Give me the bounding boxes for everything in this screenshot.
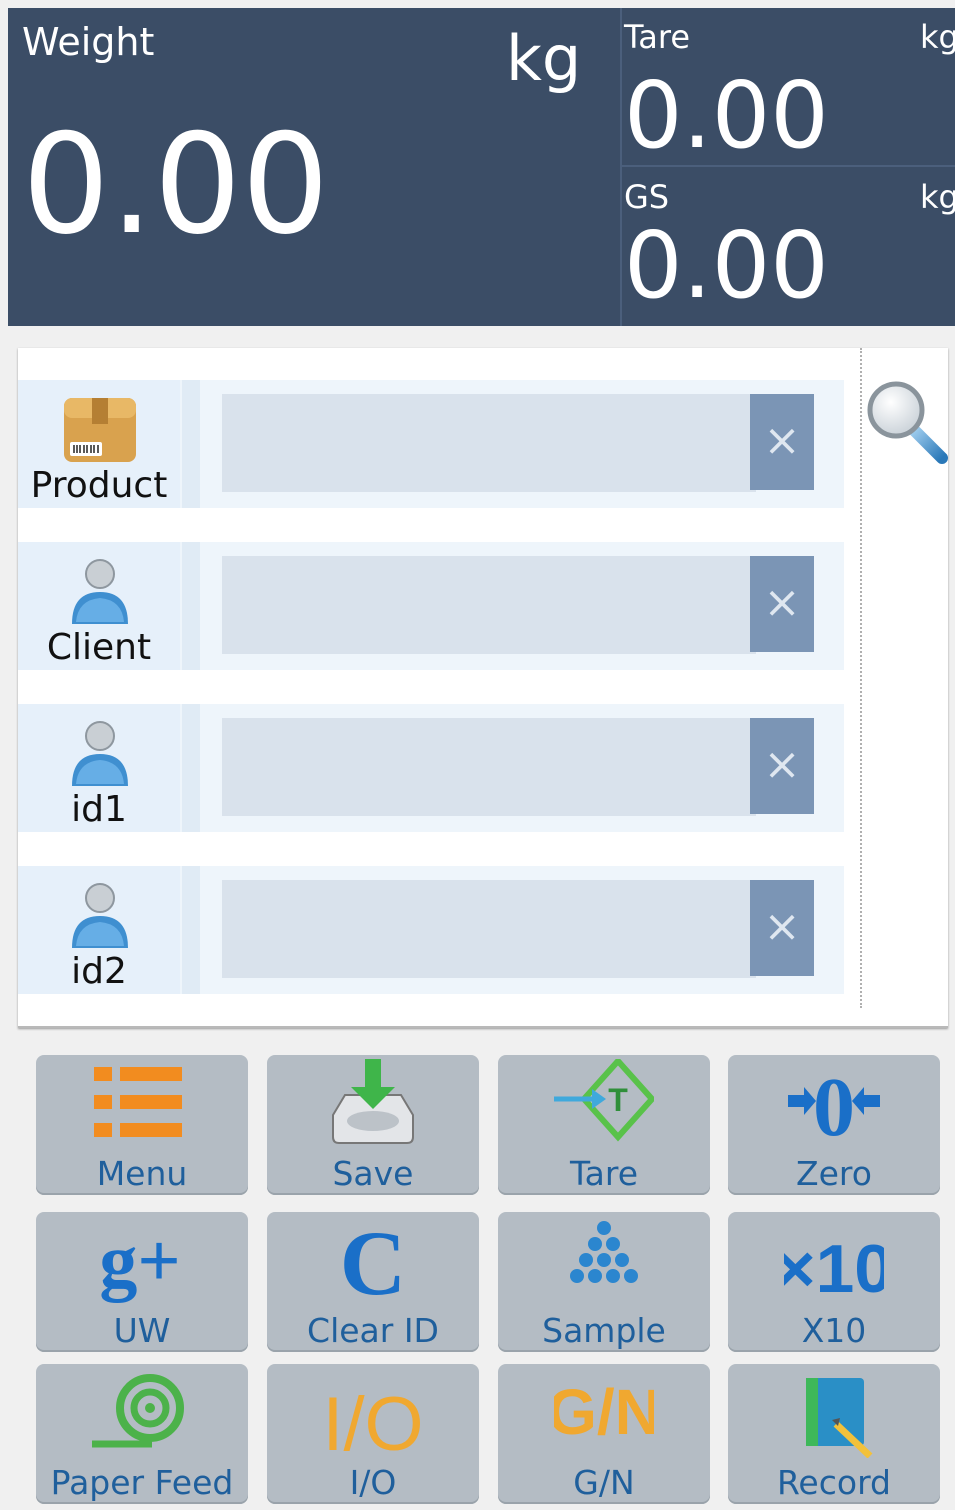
zero-glyph: 0 [813, 1061, 855, 1149]
save-disk-icon [332, 1059, 414, 1144]
weight-display: Weight kg 0.00 Tare kg 0.00 GS kg 0.00 [8, 8, 955, 326]
io-button-label: I/O [349, 1463, 397, 1502]
weight-label: Weight [22, 20, 155, 64]
sample-pyramid-icon [570, 1221, 638, 1283]
person-icon [72, 559, 128, 624]
field-row-client: Client × [18, 542, 844, 670]
x10-glyph: ×10 [784, 1231, 884, 1306]
unit-weight-icon: g+ [99, 1219, 180, 1303]
field-label-product: Product [30, 465, 168, 506]
field-row-id2: id2 × [18, 866, 844, 994]
menu-list-icon [94, 1067, 182, 1137]
weight-value: 0.00 [22, 104, 330, 265]
clear-id-button-label: Clear ID [307, 1311, 439, 1350]
x10-button-label: X10 [801, 1311, 867, 1350]
tare-value: 0.00 [624, 62, 829, 169]
paper-feed-button[interactable]: Paper Feed [36, 1364, 248, 1504]
save-button[interactable]: Save [267, 1055, 479, 1195]
gn-button-label: G/N [573, 1463, 635, 1502]
display-divider-vertical [620, 8, 622, 326]
tare-label: Tare [624, 18, 690, 56]
paper-roll-icon [92, 1374, 184, 1448]
clear-id1-button[interactable]: × [750, 718, 814, 814]
person-icon [72, 883, 128, 948]
product-box-icon [64, 398, 136, 462]
weight-unit: kg [506, 22, 582, 95]
gn-button[interactable]: G/N G/N [498, 1364, 710, 1504]
id-fields-panel: Product × Client × id1 × id2 × [18, 348, 948, 1028]
x10-icon: ×10 [784, 1231, 884, 1306]
tare-button[interactable]: T Tare [498, 1055, 710, 1195]
id2-input[interactable] [222, 880, 756, 978]
save-button-label: Save [332, 1154, 414, 1193]
clear-id2-button[interactable]: × [750, 880, 814, 976]
svg-text:T: T [608, 1082, 628, 1118]
field-label-id2: id2 [71, 951, 127, 992]
clear-id-icon: C [340, 1216, 406, 1306]
uw-button[interactable]: g+ UW [36, 1212, 248, 1352]
field-label-client: Client [46, 627, 152, 668]
zero-icon: 0 [788, 1061, 880, 1149]
gn-glyph: G/N [554, 1376, 654, 1448]
client-input[interactable] [222, 556, 756, 654]
field-label-id1: id1 [71, 789, 127, 830]
record-button-label: Record [776, 1463, 892, 1502]
search-button[interactable] [864, 378, 950, 468]
menu-button-label: Menu [96, 1154, 188, 1193]
tare-icon: T [554, 1059, 654, 1142]
gs-label: GS [624, 178, 670, 216]
tare-button-label: Tare [569, 1154, 639, 1193]
person-icon [72, 721, 128, 786]
gs-value: 0.00 [624, 212, 829, 319]
clear-product-button[interactable]: × [750, 394, 814, 490]
io-button[interactable]: I/O I/O [267, 1364, 479, 1504]
menu-button[interactable]: Menu [36, 1055, 248, 1195]
uw-glyph: g+ [99, 1219, 180, 1303]
record-book-icon [806, 1378, 873, 1458]
record-button[interactable]: Record [728, 1364, 940, 1504]
clear-id-button[interactable]: C Clear ID [267, 1212, 479, 1352]
id1-input[interactable] [222, 718, 756, 816]
sample-button[interactable]: Sample [498, 1212, 710, 1352]
product-input[interactable] [222, 394, 756, 492]
sample-button-label: Sample [542, 1311, 666, 1350]
field-row-product: Product × [18, 380, 844, 508]
clear-id-glyph: C [340, 1216, 406, 1306]
gross-net-icon: G/N [554, 1376, 654, 1448]
clear-client-button[interactable]: × [750, 556, 814, 652]
io-icon: I/O [323, 1382, 423, 1458]
tare-unit: kg [920, 18, 955, 56]
io-glyph: I/O [323, 1382, 423, 1458]
magnifier-icon [867, 381, 948, 464]
zero-button[interactable]: 0 Zero [728, 1055, 940, 1195]
gs-unit: kg [920, 178, 955, 216]
x10-button[interactable]: ×10 X10 [728, 1212, 940, 1352]
zero-button-label: Zero [796, 1154, 872, 1193]
field-row-id1: id1 × [18, 704, 844, 832]
uw-button-label: UW [113, 1311, 171, 1350]
paper-feed-button-label: Paper Feed [50, 1463, 234, 1502]
